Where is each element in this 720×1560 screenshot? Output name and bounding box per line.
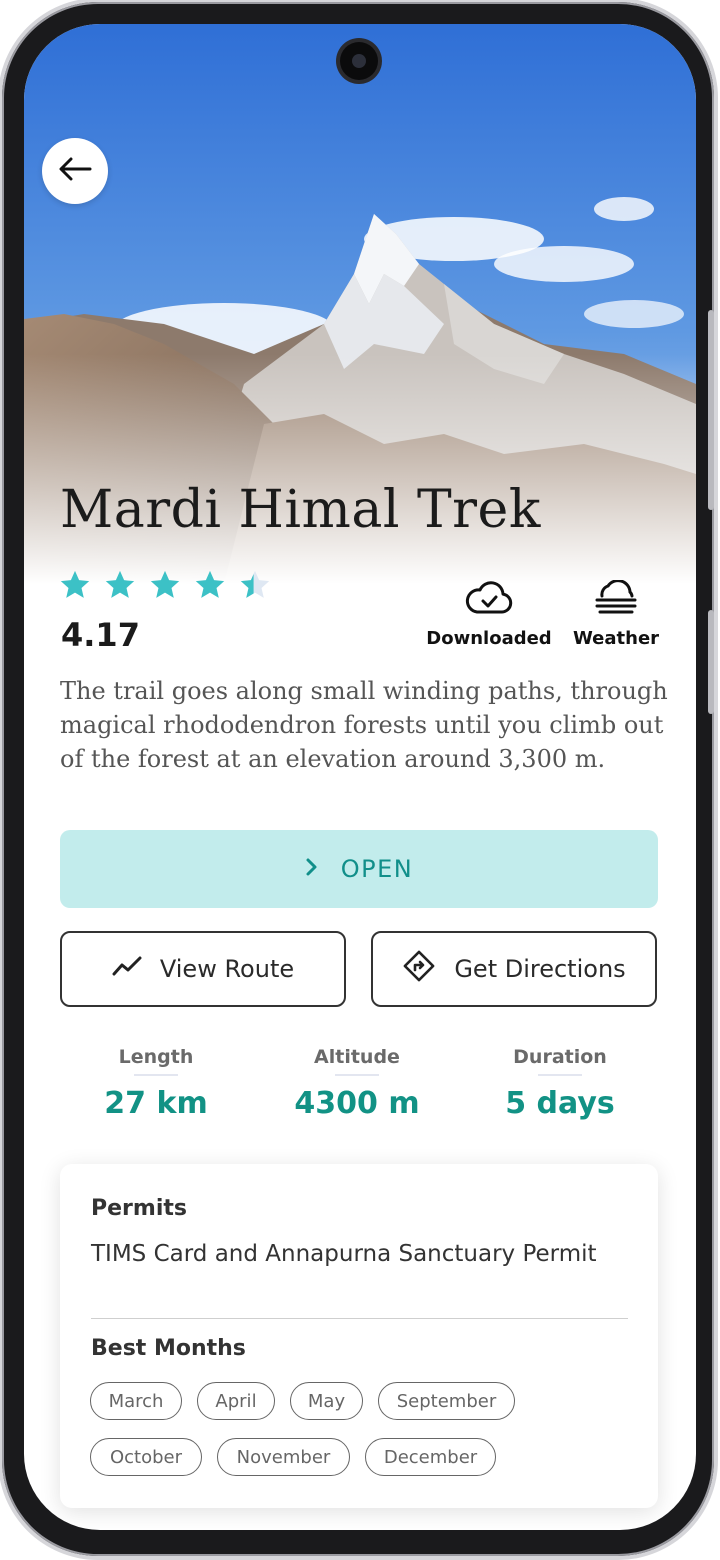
month-chip[interactable]: December [365,1438,496,1476]
star-icon [105,570,135,598]
trend-line-icon [112,955,142,983]
best-months-title: Best Months [91,1336,246,1361]
stat-altitude: Altitude 4300 m [257,1046,457,1121]
divider [91,1318,628,1319]
month-chip[interactable]: March [90,1382,182,1420]
view-route-label: View Route [159,955,295,983]
half-star-icon [240,570,270,598]
month-chip[interactable]: April [197,1382,275,1420]
stat-length: Length 27 km [56,1046,256,1121]
star-icon [195,570,225,598]
screen: Mardi Himal Trek 4.17 Downloaded Weather… [24,24,696,1530]
front-camera [340,42,378,80]
downloaded-label: Downloaded [426,628,552,649]
stat-value: 5 days [505,1086,615,1121]
rating-value: 4.17 [61,616,140,654]
weather-label: Weather [572,628,660,649]
permits-text: TIMS Card and Annapurna Sanctuary Permit [91,1241,597,1267]
rating-stars [58,568,272,602]
stat-underline [538,1074,582,1076]
directions-sign-icon [402,949,436,989]
stat-duration: Duration 5 days [460,1046,660,1121]
volume-button [708,310,714,510]
open-button[interactable]: OPEN [60,830,658,908]
view-route-button[interactable]: View Route [60,931,346,1007]
month-chip[interactable]: October [90,1438,202,1476]
stat-label: Duration [513,1046,607,1068]
trek-description: The trail goes along small winding paths… [60,677,668,773]
star-icon [150,570,180,598]
back-button[interactable] [42,138,108,204]
open-label: OPEN [340,855,414,883]
trek-title: Mardi Himal Trek [60,480,541,540]
star-icon [60,570,90,598]
weather-button[interactable]: Weather [568,576,664,649]
phone-frame: Mardi Himal Trek 4.17 Downloaded Weather… [2,2,714,1556]
month-chip[interactable]: September [378,1382,515,1420]
downloaded-button[interactable]: Downloaded [424,576,554,649]
stat-underline [134,1074,178,1076]
get-directions-button[interactable]: Get Directions [371,931,657,1007]
trek-info-card: Permits TIMS Card and Annapurna Sanctuar… [60,1164,658,1508]
month-chip[interactable]: May [290,1382,363,1420]
stat-label: Length [118,1046,194,1068]
arrow-left-icon [58,157,92,185]
stat-value: 27 km [104,1086,208,1121]
month-chip[interactable]: November [217,1438,350,1476]
stat-value: 4300 m [294,1086,420,1121]
stat-underline [335,1074,379,1076]
chevron-right-icon [305,855,319,883]
stat-label: Altitude [314,1046,400,1068]
fog-icon [568,576,664,620]
get-directions-label: Get Directions [454,955,626,983]
power-button [708,610,714,714]
cloud-check-icon [424,576,554,620]
permits-title: Permits [91,1196,187,1221]
